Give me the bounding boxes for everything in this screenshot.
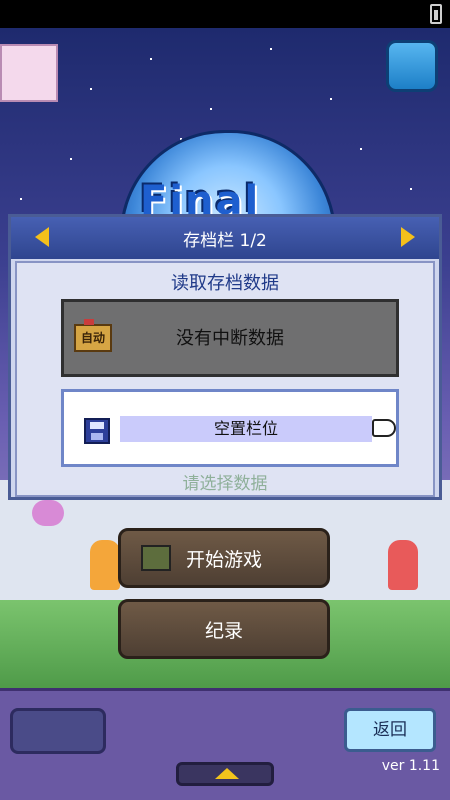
octopus-sprite [32,500,64,526]
bottom-left-panel[interactable] [10,708,106,754]
suspend-data-slot[interactable]: 自动 没有中断数据 [61,299,399,377]
start-game-label: 开始游戏 [185,548,262,571]
language-switch-icon[interactable] [386,40,438,92]
version-label: ver 1.11 [381,758,440,774]
dialog-body: 读取存档数据 自动 没有中断数据 空置栏位 请选择数据 [15,261,435,497]
back-button[interactable]: 返回 [344,708,436,752]
records-label: 纪录 [204,619,243,642]
select-data-hint: 请选择数据 [182,474,268,494]
save-slot-1[interactable]: 空置栏位 [61,389,399,467]
character-sprite [90,540,120,590]
up-arrow-icon [215,768,239,779]
load-data-title: 读取存档数据 [171,273,279,294]
records-button[interactable]: 纪录 [118,599,330,659]
dialog-header: 存档栏 1/2 [11,217,439,259]
empty-slot-label: 空置栏位 [120,416,372,442]
floppy-disk-icon [84,418,110,444]
expand-menu-button[interactable] [176,762,274,786]
robot-icon [141,545,171,571]
status-bar [0,0,450,28]
save-slot-dialog: 存档栏 1/2 读取存档数据 自动 没有中断数据 空置栏位 请选择数据 [8,214,442,500]
suspend-data-label: 没有中断数据 [176,328,284,349]
battery-icon [430,4,442,24]
dialog-title: 存档栏 1/2 [183,230,267,251]
start-game-button[interactable]: 开始游戏 [118,528,330,588]
pointing-hand-icon [372,419,396,437]
character-sprite [388,540,418,590]
next-page-arrow-icon[interactable] [401,227,415,247]
previous-page-arrow-icon[interactable] [35,227,49,247]
avatar[interactable] [0,44,58,102]
